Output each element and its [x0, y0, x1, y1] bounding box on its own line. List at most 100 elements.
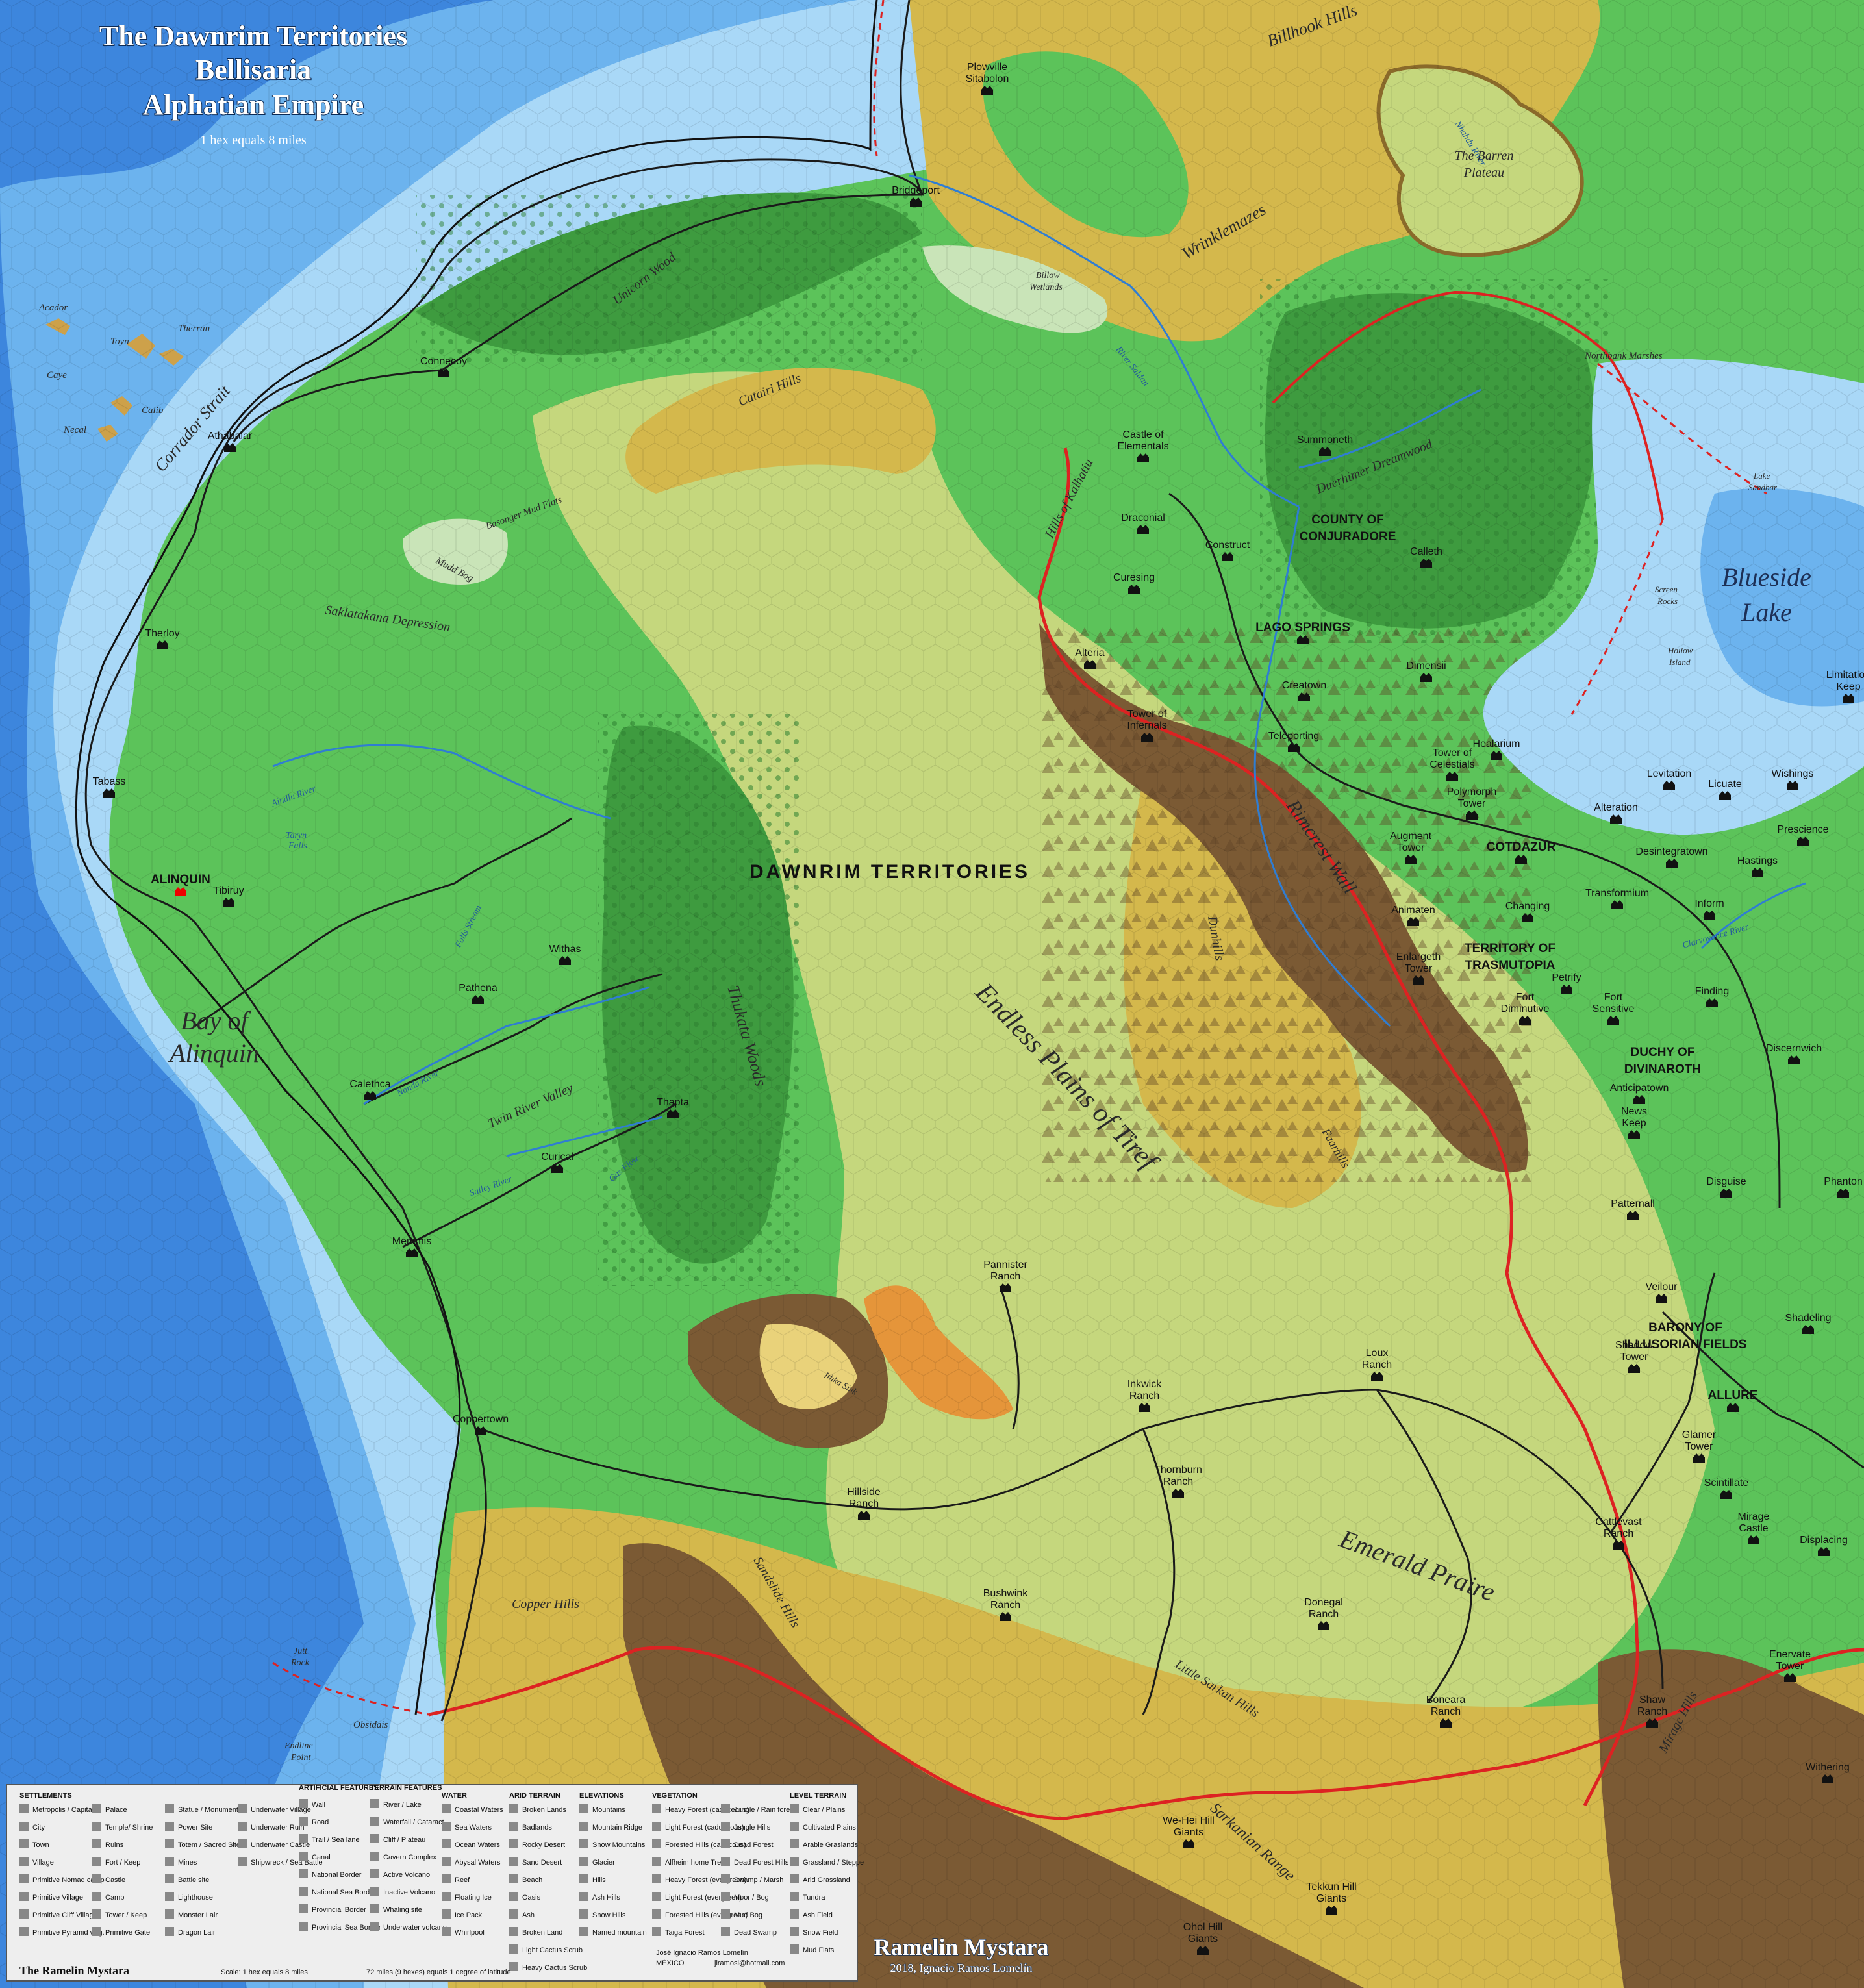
legend-swatch [165, 1839, 174, 1848]
legend-swatch [721, 1822, 730, 1831]
settlement-label: Ranch [849, 1498, 879, 1509]
legend-item: Camp [105, 1894, 124, 1902]
settlement-label: Alteration [1594, 802, 1638, 813]
legend-item: Inactive Volcano [383, 1889, 435, 1896]
legend-swatch [509, 1857, 518, 1866]
settlement-label: Construct [1205, 540, 1250, 551]
legend-swatch [790, 1927, 799, 1936]
settlement-label: Castle [1739, 1523, 1768, 1534]
settlement-label: Curesing [1113, 572, 1155, 583]
settlement-label: Keep [1622, 1118, 1646, 1129]
settlement-label: Ranch [990, 1600, 1020, 1611]
legend-heading-artificial: ARTIFICIAL FEATURES [299, 1784, 378, 1792]
legend-item: Road [312, 1818, 329, 1826]
settlement-label: Elementals [1117, 441, 1168, 452]
credit-title: Ramelin Mystara [874, 1934, 1049, 1960]
legend-heading-vegetation: VEGETATION [652, 1792, 698, 1800]
settlement-label: Ranch [1431, 1706, 1461, 1717]
legend-item: Tower / Keep [105, 1911, 147, 1919]
settlement-label: Cattlevast [1595, 1516, 1642, 1528]
settlement-label: Petrify [1552, 972, 1581, 983]
legend-swatch [370, 1817, 379, 1826]
region-illusorian-1: BARONY OF [1648, 1321, 1722, 1335]
settlement-label: Tower [1458, 798, 1486, 809]
settlement-label: Tower of [1433, 748, 1472, 759]
legend-item: Swamp / Marsh [734, 1876, 783, 1884]
settlement-label: Transformium [1585, 888, 1649, 899]
settlement-label: Changing [1505, 901, 1550, 912]
settlement-label: Anticipatown [1610, 1083, 1669, 1094]
feature-bay-1: Bay of [181, 1006, 251, 1035]
legend-heading-arid: ARID TERRAIN [509, 1792, 560, 1800]
legend-item: National Sea Border [312, 1889, 376, 1896]
legend-swatch [579, 1839, 588, 1848]
legend-footer-scale: Scale: 1 hex equals 8 miles [221, 1969, 308, 1976]
legend-swatch [299, 1904, 308, 1913]
feature-obsidais: Obsidais [353, 1720, 388, 1730]
legend-item: Light Forest (evergreen) [665, 1894, 742, 1902]
legend-swatch [721, 1892, 730, 1901]
settlement-label: Creatown [1282, 680, 1326, 691]
legend-item: City [32, 1824, 45, 1831]
settlement-label: Glamer [1682, 1429, 1717, 1441]
settlement-label: Withas [549, 944, 581, 955]
legend-item: Dead Swamp [734, 1929, 777, 1937]
legend-item: Arable Graslands [803, 1841, 858, 1849]
settlement-label: We-Hei Hill [1163, 1815, 1215, 1826]
legend-swatch [299, 1834, 308, 1843]
legend-panel: SETTLEMENTS ARTIFICIAL FEATURES TERRAIN … [6, 1784, 864, 1982]
legend-item: Snow Hills [592, 1911, 626, 1919]
settlement-label: Coppertown [453, 1414, 509, 1425]
feature-screen-1: Screen [1655, 585, 1678, 594]
legend-item: Canal [312, 1854, 331, 1861]
settlement-label: Alteria [1075, 648, 1104, 659]
settlement-label: Teleporting [1268, 731, 1319, 742]
settlement-label: COTDAZUR [1487, 840, 1556, 854]
settlement-label: Healarium [1473, 738, 1520, 749]
legend-item: Taiga Forest [665, 1929, 705, 1937]
legend-swatch [442, 1857, 451, 1866]
legend-swatch [721, 1909, 730, 1919]
legend-swatch [652, 1909, 661, 1919]
feature-copper-hills: Copper Hills [512, 1597, 579, 1611]
legend-item: Glacier [592, 1859, 615, 1867]
legend-email: jiramosl@hotmail.com [714, 1959, 785, 1967]
legend-item: Dead Forest Hills [734, 1859, 789, 1867]
settlement-label: Boneara [1426, 1694, 1466, 1705]
river-taryn-1: Taryn [286, 831, 307, 840]
legend-swatch [721, 1839, 730, 1848]
legend-item: Ruins [105, 1841, 124, 1849]
legend-swatch [790, 1857, 799, 1866]
feature-billow-1: Billow [1036, 271, 1060, 281]
legend-swatch [652, 1927, 661, 1936]
legend-item: Whaling site [383, 1906, 422, 1914]
legend-swatch [652, 1839, 661, 1848]
settlement-label: Disguise [1706, 1176, 1746, 1187]
settlement-label: Sitabolon [966, 73, 1009, 84]
feature-northbank: Northbank Marshes [1584, 351, 1663, 361]
settlement-label: Pannister [983, 1259, 1027, 1270]
settlement-label: Tower [1397, 842, 1425, 853]
legend-item: Waterfall / Cataract [383, 1818, 444, 1826]
island-toyn: Toyn [110, 336, 129, 347]
legend-item: Active Volcano [383, 1871, 430, 1879]
legend-item: Fort / Keep [105, 1859, 140, 1867]
settlement-label: Shadeling [1785, 1313, 1831, 1324]
settlement-label: Bushwink [983, 1588, 1028, 1599]
legend-footer-left: The Ramelin Mystara [19, 1964, 129, 1977]
legend-item: Cliff / Plateau [383, 1836, 425, 1844]
settlement-label: Prescience [1777, 824, 1828, 835]
settlement-label: Infernals [1127, 720, 1166, 731]
settlement-label: Memmis [392, 1236, 431, 1247]
legend-swatch [509, 1874, 518, 1883]
settlement-label: Inform [1694, 898, 1724, 909]
settlement-label: Animaten [1391, 905, 1435, 916]
region-dawnrim: DAWNRIM TERRITORIES [749, 861, 1030, 883]
legend-swatch [579, 1892, 588, 1901]
region-trasmutopia-2: TRASMUTOPIA [1465, 959, 1555, 972]
legend-swatch [509, 1804, 518, 1813]
legend-item: Light Forest (caduceous) [665, 1824, 744, 1831]
legend-swatch [790, 1839, 799, 1848]
settlement-label: Calethca [349, 1079, 390, 1090]
legend-item: Sand Desert [522, 1859, 562, 1867]
